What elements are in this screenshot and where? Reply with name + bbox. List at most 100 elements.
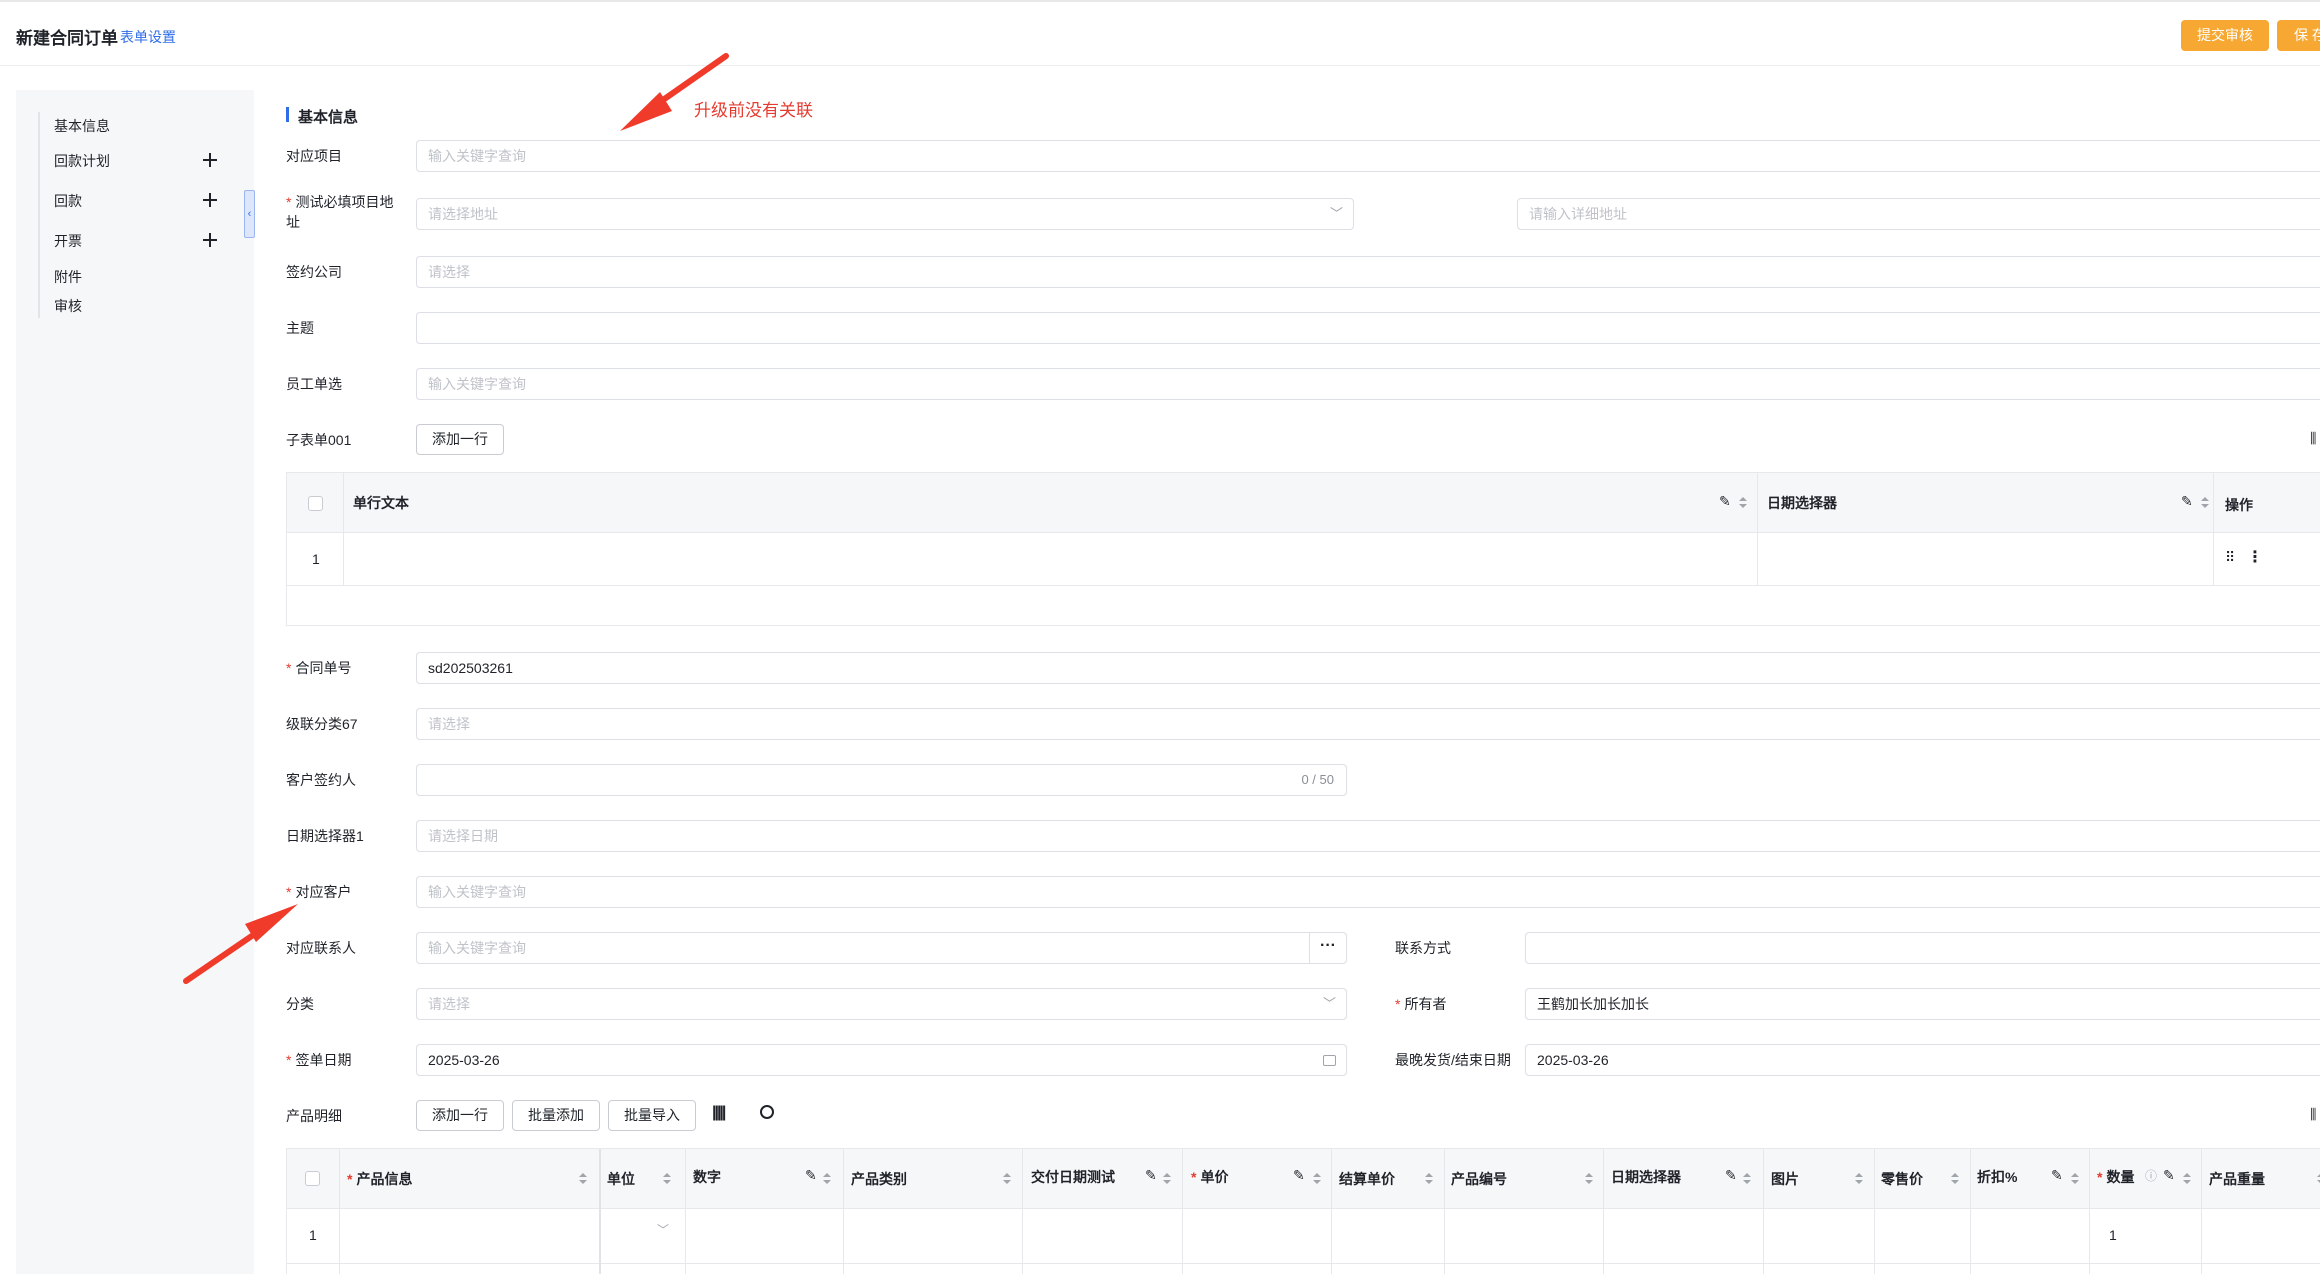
customer-input[interactable]: 输入关键字查询 (416, 876, 2320, 908)
edit-column-icon[interactable]: ✎ (805, 1167, 817, 1184)
subform-table: 单行文本 ✎ 日期选择器 ✎ 操作 1 ⠿ ⋮ (286, 472, 2320, 626)
section-accent-bar (286, 107, 289, 122)
contract-no-label: * 合同单号 (286, 660, 352, 676)
sidebar-nav-line (38, 112, 40, 318)
sort-icon[interactable] (1425, 1173, 1433, 1185)
edit-column-icon[interactable]: ✎ (2051, 1167, 2063, 1184)
sort-icon[interactable] (1313, 1173, 1321, 1185)
latest-date-label: 最晚发货/结束日期 (1395, 1052, 1511, 1068)
sidebar-collapse-handle[interactable]: ‹ (244, 190, 255, 238)
more-options-icon[interactable]: ··· (1309, 933, 1346, 963)
employee-input[interactable]: 输入关键字查询 (416, 368, 2320, 400)
sort-icon[interactable] (1855, 1173, 1863, 1185)
edit-column-icon[interactable]: ✎ (1719, 493, 1731, 510)
edit-column-icon[interactable]: ✎ (1145, 1167, 1157, 1184)
column-settings-icon[interactable]: ⫼ (2310, 1106, 2316, 1123)
sign-date-picker[interactable]: 2025-03-26 (416, 1044, 1347, 1076)
products-label: 产品明细 (286, 1108, 342, 1124)
project-input[interactable]: 输入关键字查询 (416, 140, 2320, 172)
subform-col-actions: 操作 (2225, 497, 2253, 513)
products-add-row-button[interactable]: 添加一行 (416, 1100, 504, 1131)
product-col-retail-price: 零售价 (1881, 1171, 1923, 1187)
address-select[interactable]: 请选择地址 ﹀ (416, 198, 1354, 230)
edit-column-icon[interactable]: ✎ (1725, 1167, 1737, 1184)
cascade-select[interactable]: 请选择 (416, 708, 2320, 740)
product-col-date-picker: 日期选择器 (1611, 1169, 1681, 1185)
column-settings-icon[interactable]: ⫼ (2310, 430, 2316, 447)
sort-icon[interactable] (1585, 1173, 1593, 1185)
product-col-weight: 产品重量 (2209, 1171, 2265, 1187)
sidebar (16, 90, 254, 1274)
contact-input[interactable]: 输入关键字查询 ··· (416, 932, 1347, 964)
category-label: 分类 (286, 996, 314, 1012)
form-settings-link[interactable]: 表单设置 (120, 27, 176, 47)
add-payment-plan-icon[interactable] (200, 150, 220, 170)
edit-column-icon[interactable]: ✎ (2181, 493, 2193, 510)
contract-no-input[interactable]: sd202503261 (416, 652, 2320, 684)
batch-import-button[interactable]: 批量导入 (608, 1100, 696, 1131)
sort-icon[interactable] (663, 1173, 671, 1185)
char-counter: 0 / 50 (1301, 772, 1334, 787)
sidebar-item-basic-info[interactable]: 基本信息 (54, 116, 110, 136)
edit-column-icon[interactable]: ✎ (2163, 1167, 2175, 1184)
address-detail-input[interactable]: 请输入详细地址 (1517, 198, 2320, 230)
sort-icon[interactable] (2183, 1173, 2191, 1185)
subform-add-row-button[interactable]: 添加一行 (416, 424, 504, 455)
annotation-text: 升级前没有关联 (694, 101, 813, 120)
sidebar-item-invoice[interactable]: 开票 (54, 231, 82, 251)
date1-label: 日期选择器1 (286, 828, 364, 844)
drag-handle-icon[interactable]: ⠿ (2225, 549, 2235, 566)
product-col-info: * 产品信息 (347, 1171, 413, 1187)
subform-col-text: 单行文本 (353, 495, 409, 511)
sort-icon[interactable] (2201, 497, 2209, 509)
subject-input[interactable] (416, 312, 2320, 344)
section-title: 基本信息 (298, 109, 359, 126)
sort-icon[interactable] (1163, 1173, 1171, 1185)
add-payment-icon[interactable] (200, 190, 220, 210)
save-button[interactable]: 保 存 (2277, 20, 2320, 51)
barcode-icon[interactable]: ||||| (712, 1104, 726, 1122)
contact-method-label: 联系方式 (1395, 940, 1451, 956)
company-select[interactable]: 请选择 (416, 256, 2320, 288)
sort-icon[interactable] (2071, 1173, 2079, 1185)
product-col-settle-price: 结算单价 (1339, 1171, 1395, 1187)
sort-icon[interactable] (1743, 1173, 1751, 1185)
product-col-quantity: * 数量 (2097, 1169, 2135, 1185)
product-col-price: * 单价 (1191, 1169, 1229, 1185)
page-header: 新建合同订单 表单设置 提交审核 保 存 (0, 2, 2320, 66)
batch-add-button[interactable]: 批量添加 (512, 1100, 600, 1131)
owner-input[interactable]: 王鹤加长加长加长 (1525, 988, 2320, 1020)
subform-select-all-checkbox[interactable] (308, 496, 323, 511)
chevron-down-icon: ﹀ (1322, 996, 1336, 1011)
date1-picker[interactable]: 请选择日期 (416, 820, 2320, 852)
calendar-icon (1323, 1055, 1336, 1066)
chevron-down-icon: ﹀ (1329, 206, 1343, 221)
more-actions-icon[interactable]: ⋮ (2247, 547, 2263, 567)
product-col-unit: 单位 (607, 1171, 635, 1187)
sidebar-item-payment[interactable]: 回款 (54, 191, 82, 211)
submit-review-button[interactable]: 提交审核 (2181, 20, 2269, 51)
sort-icon[interactable] (1739, 497, 1747, 509)
help-icon[interactable]: ⓘ (2145, 1167, 2157, 1184)
sort-icon[interactable] (1951, 1173, 1959, 1185)
add-invoice-icon[interactable] (200, 230, 220, 250)
page-title: 新建合同订单 (16, 29, 118, 48)
customer-label: * 对应客户 (286, 884, 352, 900)
latest-date-picker[interactable]: 2025-03-26 (1525, 1044, 2320, 1076)
sort-icon[interactable] (579, 1173, 587, 1185)
category-select[interactable]: 请选择 ﹀ (416, 988, 1347, 1020)
product-row-quantity[interactable]: 1 (2109, 1227, 2117, 1243)
product-col-delivery-date: 交付日期测试 (1031, 1169, 1115, 1185)
sort-icon[interactable] (1003, 1173, 1011, 1185)
chevron-down-icon[interactable]: ﹀ (657, 1221, 669, 1238)
product-col-category: 产品类别 (851, 1171, 907, 1187)
contact-method-input[interactable] (1525, 932, 2320, 964)
sidebar-item-payment-plan[interactable]: 回款计划 (54, 151, 110, 171)
edit-column-icon[interactable]: ✎ (1293, 1167, 1305, 1184)
sort-icon[interactable] (823, 1173, 831, 1185)
sidebar-item-review[interactable]: 审核 (54, 296, 82, 316)
signer-input[interactable]: 0 / 50 (416, 764, 1347, 796)
product-select-all-checkbox[interactable] (305, 1171, 320, 1186)
sidebar-item-attachment[interactable]: 附件 (54, 267, 82, 287)
search-icon[interactable] (760, 1105, 774, 1119)
